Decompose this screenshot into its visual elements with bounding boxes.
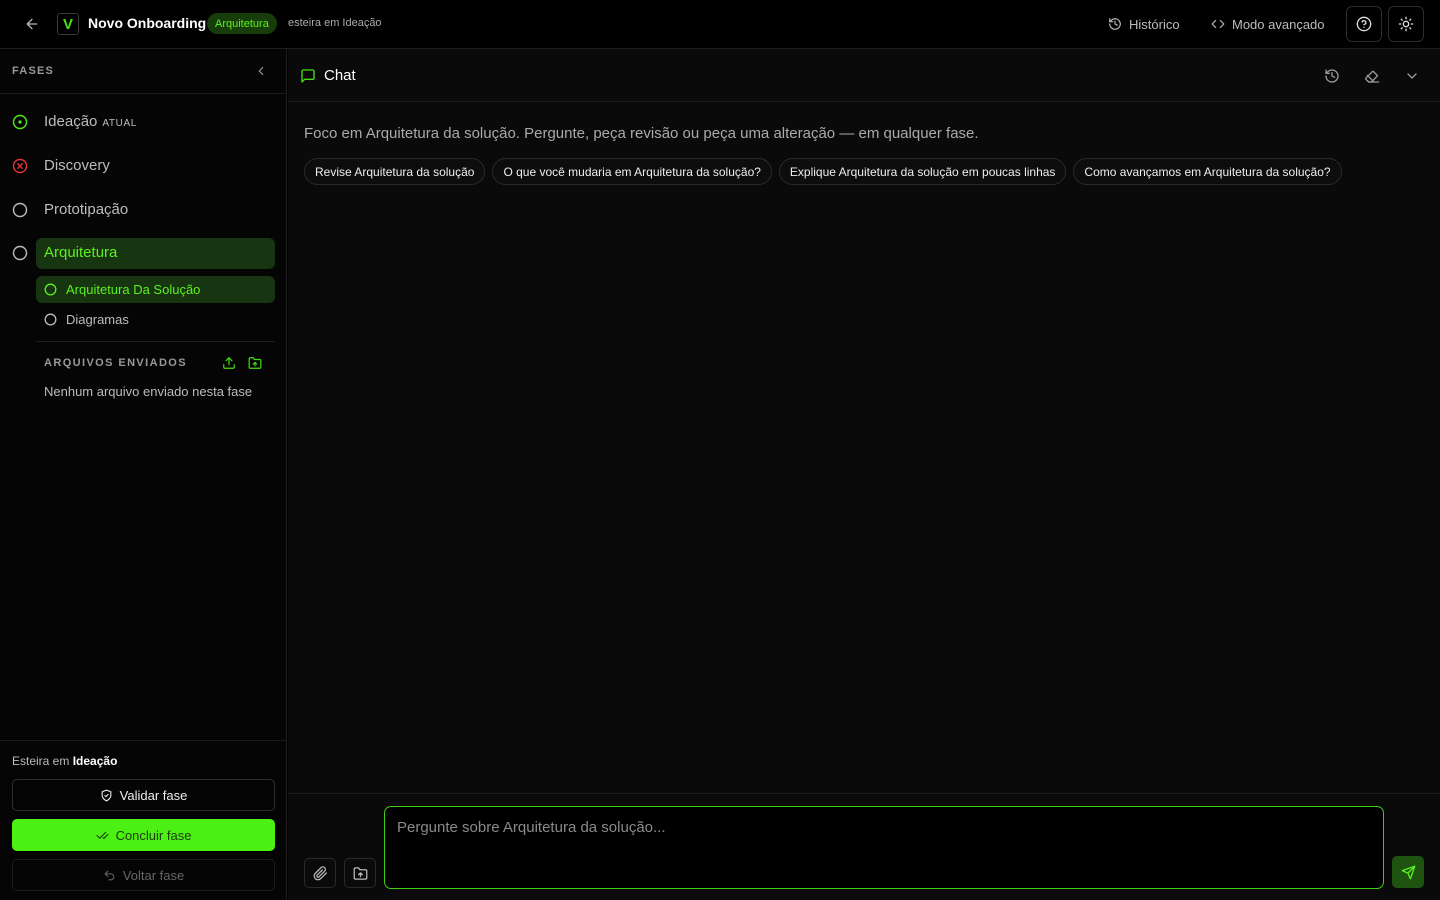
suggestion-chip[interactable]: Explique Arquitetura da solução em pouca… xyxy=(778,158,1067,185)
code-icon xyxy=(1211,19,1225,29)
chat-composer xyxy=(288,793,1440,900)
top-bar: V Novo Onboarding Arquitetura esteira em… xyxy=(0,0,1440,49)
current-tag: ATUAL xyxy=(102,118,137,129)
upload-file-button[interactable] xyxy=(220,354,238,372)
send-icon xyxy=(1401,865,1415,879)
sidebar-title: FASES xyxy=(12,65,55,77)
pending-phase-icon xyxy=(12,245,28,261)
clear-chat-button[interactable] xyxy=(1362,66,1382,86)
help-button[interactable] xyxy=(1346,6,1382,42)
shield-check-icon xyxy=(101,789,112,801)
undo-icon xyxy=(104,870,115,880)
send-button[interactable] xyxy=(1392,856,1424,888)
folder-upload-icon xyxy=(248,357,262,369)
message-square-icon xyxy=(301,69,315,83)
previous-phase-button[interactable]: Voltar fase xyxy=(12,859,275,891)
chat-header: Chat xyxy=(288,49,1440,102)
history-icon xyxy=(1109,18,1121,30)
sidebar-header: FASES xyxy=(0,49,287,94)
folder-upload-icon xyxy=(353,866,367,880)
chat-intro-message: Foco em Arquitetura da solução. Pergunte… xyxy=(304,125,979,142)
history-button[interactable]: Histórico xyxy=(1108,13,1180,35)
uploaded-files-section: ARQUIVOS ENVIADOS Nenhum arquivo enviado… xyxy=(36,341,275,399)
phase-label: Discovery xyxy=(44,157,110,174)
history-label: Histórico xyxy=(1129,16,1180,32)
esteira-status: Esteira em Ideação xyxy=(12,754,117,768)
phases-sidebar: FASES Ideação ATUAL Discovery Prototipaçã… xyxy=(0,49,287,900)
chevron-down-icon xyxy=(1407,73,1417,79)
upload-icon xyxy=(223,357,235,369)
chat-history-button[interactable] xyxy=(1322,66,1342,86)
chat-panel: Chat Foco em Arquitetura da solução. Per… xyxy=(288,49,1440,900)
check-check-icon xyxy=(96,831,109,839)
suggestion-chip[interactable]: O que você mudaria em Arquitetura da sol… xyxy=(492,158,772,185)
conclude-phase-label: Concluir fase xyxy=(115,827,192,843)
phase-badge: Arquitetura xyxy=(207,13,277,34)
collapse-chat-button[interactable] xyxy=(1402,66,1422,86)
subphase-circle-icon xyxy=(44,283,57,296)
chat-title: Chat xyxy=(324,67,356,84)
uploaded-files-title: ARQUIVOS ENVIADOS xyxy=(44,357,187,369)
phase-item-ideacao[interactable]: Ideação ATUAL xyxy=(0,107,287,137)
suggestion-chip[interactable]: Revise Arquitetura da solução xyxy=(304,158,486,185)
phase-label: Arquitetura xyxy=(44,244,118,261)
subphase-item-arquitetura-da-solucao[interactable]: Arquitetura Da Solução xyxy=(36,276,275,303)
validate-phase-button[interactable]: Validar fase xyxy=(12,779,275,811)
phase-item-arquitetura[interactable]: Arquitetura xyxy=(0,238,287,269)
no-files-message: Nenhum arquivo enviado nesta fase xyxy=(44,384,253,399)
history-icon xyxy=(1325,69,1339,83)
logo-letter: V xyxy=(62,15,73,33)
suggestion-chips: Revise Arquitetura da solução O que você… xyxy=(304,158,1342,185)
app-title: Novo Onboarding xyxy=(88,15,207,31)
paperclip-icon xyxy=(313,865,327,880)
eraser-icon xyxy=(1364,70,1380,83)
esteira-value: Ideação xyxy=(72,754,118,768)
current-phase-icon xyxy=(12,114,28,130)
theme-toggle-button[interactable] xyxy=(1388,6,1424,42)
subphase-label: Diagramas xyxy=(66,312,129,327)
app-logo: V xyxy=(57,13,79,35)
advanced-mode-label: Modo avançado xyxy=(1232,16,1325,32)
phase-label: Ideação ATUAL xyxy=(44,113,137,130)
back-button[interactable] xyxy=(20,13,44,35)
arrow-left-icon xyxy=(26,18,38,30)
help-circle-icon xyxy=(1356,16,1372,32)
error-phase-icon xyxy=(12,158,28,174)
sun-icon xyxy=(1398,16,1414,32)
pending-phase-icon xyxy=(12,202,28,218)
conclude-phase-button[interactable]: Concluir fase xyxy=(12,819,275,851)
chevron-left-icon xyxy=(258,66,264,76)
attach-folder-button[interactable] xyxy=(344,858,376,888)
attach-file-button[interactable] xyxy=(304,858,336,888)
collapse-sidebar-button[interactable] xyxy=(252,62,270,80)
esteira-prefix: Esteira em xyxy=(12,754,70,768)
subphase-circle-icon xyxy=(44,313,57,326)
chat-input[interactable] xyxy=(384,806,1384,889)
advanced-mode-button[interactable]: Modo avançado xyxy=(1211,13,1325,35)
upload-folder-button[interactable] xyxy=(246,354,264,372)
validate-phase-label: Validar fase xyxy=(119,787,188,803)
phase-label: Prototipação xyxy=(44,201,129,218)
subphase-item-diagramas[interactable]: Diagramas xyxy=(36,306,275,333)
subphase-label: Arquitetura Da Solução xyxy=(66,282,201,297)
previous-phase-label: Voltar fase xyxy=(122,867,185,883)
suggestion-chip[interactable]: Como avançamos em Arquitetura da solução… xyxy=(1073,158,1342,185)
sidebar-footer: Esteira em Ideação Validar fase Concluir… xyxy=(0,740,287,900)
phase-item-discovery[interactable]: Discovery xyxy=(0,151,287,181)
phase-name: Ideação xyxy=(44,113,98,130)
phase-item-prototipacao[interactable]: Prototipação xyxy=(0,195,287,225)
phase-subtitle: esteira em Ideação xyxy=(288,17,382,29)
